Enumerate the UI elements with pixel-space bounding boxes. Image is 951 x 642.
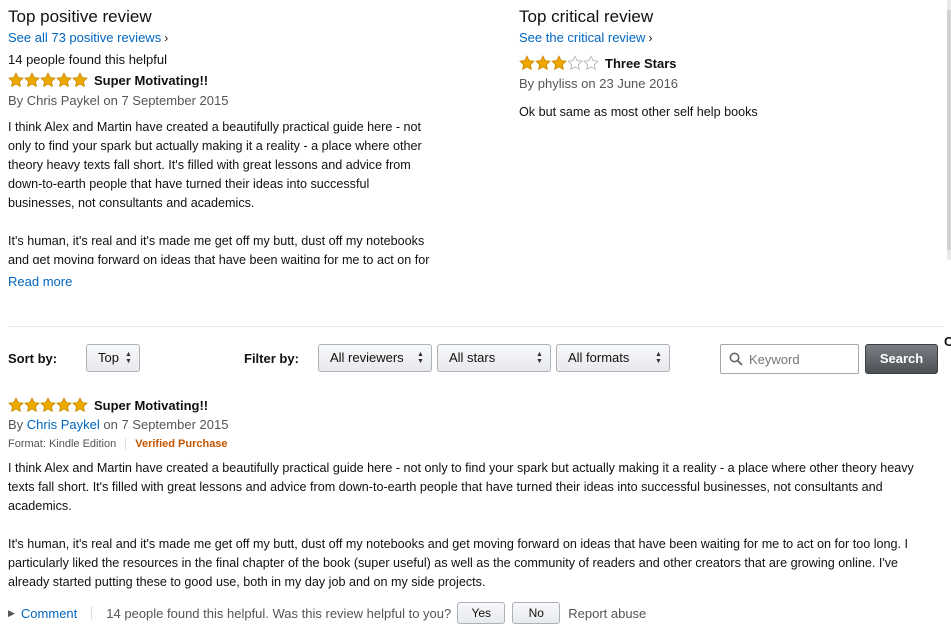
star-filled-icon (8, 72, 24, 88)
by-label: By (8, 417, 24, 432)
see-all-positive-link[interactable]: See all 73 positive reviews › (8, 29, 438, 47)
star-filled-icon (551, 55, 567, 71)
by-label: By (8, 93, 24, 108)
review-author[interactable]: Chris Paykel (27, 93, 100, 108)
review-excerpt-p2: It's human, it's real and it's made me g… (8, 234, 430, 264)
star-filled-icon (40, 72, 56, 88)
review-title[interactable]: Super Motivating!! (94, 73, 208, 88)
sort-dropdown[interactable]: Top ▲ ▼ (86, 344, 140, 372)
filter-label: Filter by: (244, 351, 299, 366)
formats-dropdown[interactable]: All formats ▲ ▼ (556, 344, 670, 372)
star-filled-icon (24, 397, 40, 413)
critical-review-body: Ok but same as most other self help book… (519, 105, 758, 119)
top-positive-review: Top positive review See all 73 positive … (8, 6, 438, 291)
review-date: on 7 September 2015 (103, 93, 229, 108)
search-button[interactable]: Search (865, 344, 938, 374)
review-byline: By phyliss on 23 June 2016 (519, 75, 939, 93)
star-filled-icon (535, 55, 551, 71)
review-excerpt: I think Alex and Martin have created a b… (8, 118, 438, 264)
reviewers-value: All reviewers (330, 350, 404, 365)
star-filled-icon (72, 72, 88, 88)
star-filled-icon (56, 72, 72, 88)
star-rating (8, 397, 88, 413)
review-title[interactable]: Three Stars (605, 56, 677, 71)
star-rating (519, 55, 599, 71)
helpful-no-button[interactable]: No (512, 602, 561, 624)
review-byline: By Chris Paykel on 7 September 2015 (8, 92, 438, 110)
see-critical-label[interactable]: See the critical review (519, 30, 645, 45)
review-body-p1: I think Alex and Martin have created a b… (8, 461, 914, 513)
formats-value: All formats (568, 350, 630, 365)
star-filled-icon (40, 397, 56, 413)
review-body-p2: It's human, it's real and it's made me g… (8, 537, 909, 589)
star-empty-icon (583, 55, 599, 71)
star-filled-icon (56, 397, 72, 413)
helpful-count: 14 people found this helpful (8, 52, 168, 67)
review-body: I think Alex and Martin have created a b… (8, 459, 938, 592)
updown-arrows-icon: ▲ ▼ (655, 351, 662, 365)
stars-dropdown[interactable]: All stars ▲ ▼ (437, 344, 551, 372)
star-rating (8, 72, 88, 88)
updown-arrows-icon: ▲ ▼ (417, 351, 424, 365)
review-date: on 23 June 2016 (581, 76, 679, 91)
top-critical-review: Top critical review See the critical rev… (519, 6, 939, 121)
updown-arrows-icon: ▲ ▼ (125, 351, 132, 365)
review-author-link[interactable]: Chris Paykel (27, 417, 100, 432)
see-all-positive-label[interactable]: See all 73 positive reviews (8, 30, 161, 45)
chevron-right-icon: › (164, 31, 169, 45)
verified-purchase-badge: Verified Purchase (135, 438, 228, 450)
review-format: Format: Kindle Edition (8, 438, 117, 450)
read-more-link[interactable]: Read more (8, 273, 438, 291)
by-label: By (519, 76, 535, 91)
helpful-yes-button[interactable]: Yes (457, 602, 506, 624)
review-filter-bar: Sort by: Top ▲ ▼ Filter by: All reviewers… (8, 344, 938, 374)
report-abuse-link[interactable]: Report abuse (568, 606, 646, 621)
stars-value: All stars (449, 350, 496, 365)
sort-label: Sort by: (8, 351, 58, 366)
review-meta: Format: Kindle Edition Verified Purchase (8, 436, 938, 452)
review-byline: By Chris Paykel on 7 September 2015 (8, 416, 938, 434)
review-title[interactable]: Super Motivating!! (94, 398, 208, 413)
chevron-right-icon: › (648, 31, 653, 45)
caret-right-icon: ▶ (8, 607, 15, 618)
helpful-question: 14 people found this helpful. Was this r… (106, 605, 452, 621)
section-divider (8, 326, 943, 327)
action-divider (91, 606, 93, 620)
keyword-input[interactable] (749, 351, 849, 367)
top-positive-heading: Top positive review (8, 7, 152, 26)
star-filled-icon (72, 397, 88, 413)
review-date: on 7 September 2015 (103, 417, 229, 432)
star-filled-icon (519, 55, 535, 71)
search-icon (729, 352, 743, 366)
star-filled-icon (8, 397, 24, 413)
see-critical-link[interactable]: See the critical review › (519, 29, 939, 47)
comment-link[interactable]: Comment (21, 606, 77, 621)
star-filled-icon (24, 72, 40, 88)
reviewers-dropdown[interactable]: All reviewers ▲ ▼ (318, 344, 432, 372)
scrollbar-thumb[interactable] (947, 10, 951, 250)
updown-arrows-icon: ▲ ▼ (536, 351, 543, 365)
keyword-search-box[interactable] (720, 344, 859, 374)
edge-glyph: C (944, 334, 951, 349)
review-item: Super Motivating!! By Chris Paykel on 7 … (8, 396, 938, 592)
sort-value: Top (98, 350, 119, 365)
meta-divider (125, 438, 127, 450)
star-empty-icon (567, 55, 583, 71)
review-excerpt-p1: I think Alex and Martin have created a b… (8, 120, 422, 210)
review-author[interactable]: phyliss (538, 76, 578, 91)
review-actions: ▶ Comment 14 people found this helpful. … (8, 601, 646, 625)
top-critical-heading: Top critical review (519, 7, 654, 26)
